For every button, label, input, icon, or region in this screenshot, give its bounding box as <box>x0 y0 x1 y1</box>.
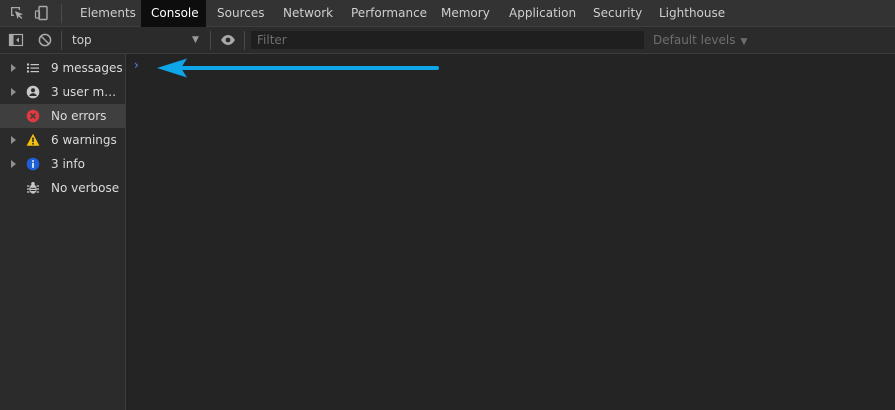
toolbar-divider <box>244 31 245 50</box>
toolbar-divider <box>210 31 211 50</box>
sidebar-item-label: No verbose <box>51 181 120 195</box>
tab-lighthouse[interactable]: Lighthouse <box>649 0 729 27</box>
log-levels-dropdown[interactable]: Default levels ▼ <box>653 27 747 54</box>
devtools-tab-bar: Elements Console Sources Network Perform… <box>0 0 895 27</box>
expand-arrow-icon[interactable] <box>11 88 16 96</box>
filter-input[interactable] <box>251 31 644 49</box>
sidebar-item-messages[interactable]: 9 messages <box>0 56 125 80</box>
tab-application[interactable]: Application <box>499 0 583 27</box>
sidebar-item-label: 6 warnings <box>51 133 117 147</box>
sidebar-item-label: 3 info <box>51 157 85 171</box>
sidebar-item-label: 9 messages <box>51 61 123 75</box>
clear-console-icon[interactable] <box>37 32 53 48</box>
console-prompt[interactable]: › <box>134 58 139 72</box>
sidebar-item-warnings[interactable]: 6 warnings <box>0 128 125 152</box>
sidebar-item-verbose[interactable]: No verbose <box>0 176 125 200</box>
tab-network[interactable]: Network <box>273 0 339 27</box>
tab-console[interactable]: Console <box>141 0 206 27</box>
device-toolbar-icon[interactable] <box>34 5 50 21</box>
tab-sources[interactable]: Sources <box>207 0 269 27</box>
context-dropdown-caret-icon[interactable]: ▼ <box>192 27 199 54</box>
sidebar-item-label: No errors <box>51 109 107 123</box>
expand-arrow-icon[interactable] <box>11 160 16 168</box>
sidebar-item-errors[interactable]: No errors <box>0 104 125 128</box>
user-icon <box>26 85 40 99</box>
tab-elements[interactable]: Elements <box>70 0 137 27</box>
list-icon <box>27 63 39 73</box>
tab-memory[interactable]: Memory <box>431 0 497 27</box>
tab-performance[interactable]: Performance <box>341 0 429 27</box>
sidebar-item-label: 3 user messages <box>51 85 123 99</box>
console-sidebar: 9 messages 3 user messages No errors 6 w… <box>0 54 126 410</box>
info-icon <box>26 157 40 171</box>
toolbar-divider <box>61 31 62 50</box>
expand-arrow-icon[interactable] <box>11 136 16 144</box>
toolbar-divider <box>61 4 62 23</box>
chevron-down-icon: ▼ <box>740 37 748 47</box>
log-levels-label: Default levels <box>653 33 736 47</box>
sidebar-toggle-icon[interactable] <box>8 32 24 48</box>
sidebar-item-user-messages[interactable]: 3 user messages <box>0 80 125 104</box>
console-toolbar: top ▼ Default levels ▼ <box>0 27 895 54</box>
bug-icon <box>27 182 39 194</box>
tab-security[interactable]: Security <box>583 0 649 27</box>
context-selector[interactable]: top <box>72 27 92 54</box>
eye-icon[interactable] <box>220 32 236 48</box>
inspect-element-icon[interactable] <box>9 5 25 21</box>
annotation-arrow-icon <box>157 58 439 78</box>
sidebar-item-info[interactable]: 3 info <box>0 152 125 176</box>
expand-arrow-icon[interactable] <box>11 64 16 72</box>
warning-icon <box>26 133 40 146</box>
error-icon <box>26 109 40 123</box>
